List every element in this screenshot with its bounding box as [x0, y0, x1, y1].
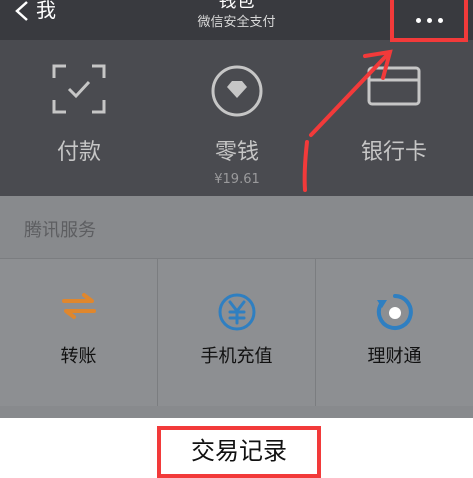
service-label-recharge: 手机充值 — [200, 346, 273, 367]
wallet-item-pay[interactable]: 付款 — [19, 40, 139, 196]
wealth-circle-icon — [376, 294, 413, 330]
service-item-transfer[interactable]: 转账 — [0, 258, 157, 406]
highlight-box-more — [390, 0, 468, 42]
wallet-label-pay: 付款 — [56, 140, 101, 165]
scan-pay-icon — [52, 64, 106, 114]
service-label-transfer: 转账 — [60, 346, 97, 367]
service-label-wealth: 理财通 — [367, 346, 422, 367]
yuan-recharge-icon — [218, 293, 255, 331]
highlight-box-transaction-record — [157, 426, 321, 478]
wallet-label-change: 零钱 — [214, 140, 259, 165]
change-balance: ¥19.61 — [214, 172, 260, 187]
diamond-coin-icon — [211, 65, 263, 117]
service-item-recharge[interactable]: 手机充值 — [158, 258, 315, 406]
service-item-wealth[interactable]: 理财通 — [316, 258, 473, 406]
annotation-arrow-icon — [302, 49, 393, 192]
services-header: 腾讯服务 — [24, 220, 96, 241]
transfer-arrows-icon — [61, 293, 96, 319]
wallet-item-change[interactable]: 零钱 ¥19.61 — [177, 40, 297, 196]
